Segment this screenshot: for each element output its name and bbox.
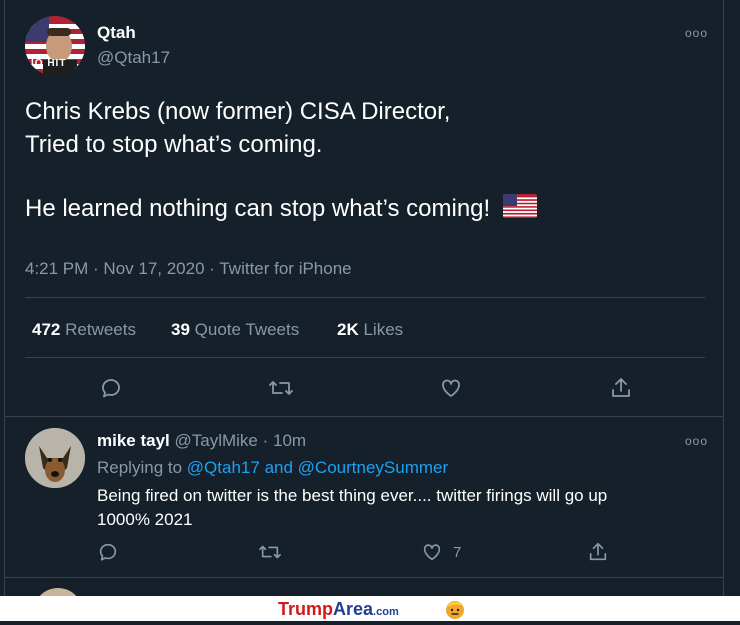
reply-text: Being fired on twitter is the best thing… xyxy=(97,484,707,531)
stat-quotes-label: Quote Tweets xyxy=(194,320,300,339)
reply-text-line-1: Being fired on twitter is the best thing… xyxy=(97,486,608,505)
replying-to: Replying to @Qtah17 and @CourtneySummer xyxy=(97,458,448,478)
like-button[interactable] xyxy=(439,376,463,405)
tweet-timestamp[interactable]: 4:21 PM · Nov 17, 2020 · Twitter for iPh… xyxy=(25,259,352,279)
reply-author-name[interactable]: mike tayl xyxy=(97,431,170,450)
reply-text-line-2: 1000% 2021 xyxy=(97,509,193,529)
divider-next-reply xyxy=(5,577,723,578)
stat-retweets[interactable]: 472 Retweets xyxy=(32,320,136,340)
reply-share-button[interactable] xyxy=(587,541,609,568)
tweet-line-3-wrap: He learned nothing can stop what’s comin… xyxy=(25,193,705,228)
reply-comment-icon xyxy=(99,543,117,561)
reply-comment-button[interactable] xyxy=(97,541,119,568)
tweet-line-1: Chris Krebs (now former) CISA Director, xyxy=(25,98,451,125)
reply-time[interactable]: · 10m xyxy=(263,431,306,450)
more-options-icon[interactable]: ooo xyxy=(685,26,708,40)
reply-like-button[interactable]: 7 xyxy=(421,541,461,563)
logo-part-1: Trump xyxy=(278,599,334,619)
reply-retweet-button[interactable] xyxy=(258,541,282,568)
reply-heart-icon xyxy=(423,544,441,561)
stat-retweets-label: Retweets xyxy=(65,320,136,339)
reply-share-icon xyxy=(589,542,607,561)
tweet-body: Chris Krebs (now former) CISA Director, … xyxy=(25,96,705,228)
mention-and: and xyxy=(264,458,293,477)
stat-quote-tweets[interactable]: 39 Quote Tweets xyxy=(171,320,299,340)
reply-author-handle[interactable]: @TaylMike xyxy=(175,431,258,450)
divider-thread xyxy=(5,416,723,417)
tweet-line-3: He learned nothing can stop what’s comin… xyxy=(25,195,491,222)
comment-icon xyxy=(102,379,120,398)
divider-middle xyxy=(25,357,705,358)
next-reply-avatar-partial xyxy=(33,588,83,596)
reply-avatar[interactable] xyxy=(25,428,85,488)
tweet-line-2: Tried to stop what’s coming. xyxy=(25,130,323,158)
trumparea-logo: TrumpArea.com xyxy=(278,599,399,620)
avatar-label: IQ HIT xyxy=(31,58,67,69)
reply-avatar-image xyxy=(25,428,85,488)
stat-likes[interactable]: 2K Likes xyxy=(337,320,403,340)
user-avatar[interactable]: IQ HIT xyxy=(25,16,85,76)
author-handle[interactable]: @Qtah17 xyxy=(97,48,170,68)
stat-quotes-count: 39 xyxy=(171,320,190,339)
retweet-button[interactable] xyxy=(268,376,294,405)
share-icon xyxy=(612,378,630,397)
stat-likes-label: Likes xyxy=(363,320,404,339)
reply-more-options-icon[interactable]: ooo xyxy=(685,434,708,448)
mention-courtney[interactable]: @CourtneySummer xyxy=(298,458,448,477)
author-name[interactable]: Qtah xyxy=(97,23,136,43)
mention-qtah[interactable]: @Qtah17 xyxy=(187,458,260,477)
us-flag-emoji-icon xyxy=(502,194,537,228)
tweet-thread-panel: IQ HIT Qtah @Qtah17 ooo Chris Krebs (now… xyxy=(4,0,724,596)
reply-button[interactable] xyxy=(99,376,123,405)
stat-retweets-count: 472 xyxy=(32,320,61,339)
share-button[interactable] xyxy=(609,376,633,405)
reply-header: mike tayl @TaylMike · 10m xyxy=(97,431,306,451)
replying-to-prefix: Replying to xyxy=(97,458,183,477)
reply-like-count: 7 xyxy=(453,543,462,561)
stat-likes-count: 2K xyxy=(337,320,359,339)
logo-tld: .com xyxy=(373,606,399,618)
heart-icon xyxy=(442,379,460,397)
divider-top xyxy=(25,297,705,298)
reply-retweet-icon xyxy=(259,545,281,559)
logo-part-2: Area xyxy=(333,599,374,619)
retweet-icon xyxy=(269,381,293,395)
